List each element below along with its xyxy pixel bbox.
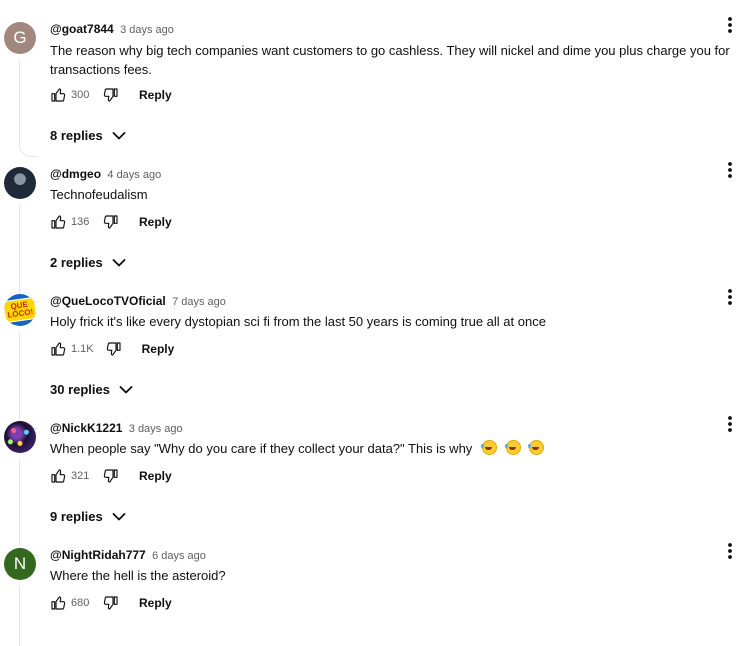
comment-text-body: When people say "Why do you care if they…	[50, 441, 473, 456]
avatar[interactable]	[4, 421, 36, 453]
dislike-button[interactable]	[103, 595, 119, 611]
replies-count: 30 replies	[50, 382, 110, 397]
comment-time[interactable]: 3 days ago	[120, 24, 174, 36]
comment-actions: 680 Reply	[50, 593, 172, 613]
thumbs-up-icon	[50, 87, 66, 103]
comment-time[interactable]: 4 days ago	[107, 169, 161, 181]
comment-actions: 136 Reply	[50, 212, 172, 232]
replies-count: 8 replies	[50, 128, 103, 143]
dislike-button[interactable]	[106, 341, 122, 357]
like-button[interactable]	[50, 87, 66, 103]
comment-actions: 300 Reply	[50, 85, 172, 105]
comment-text: Where the hell is the asteroid?	[50, 568, 226, 583]
reply-button[interactable]: Reply	[139, 215, 172, 229]
more-vertical-icon[interactable]	[726, 542, 734, 560]
replies-toggle[interactable]: 2 replies	[50, 255, 126, 270]
dislike-button[interactable]	[103, 214, 119, 230]
thumbs-down-icon	[106, 341, 122, 357]
thread-line	[19, 60, 38, 157]
comment-text: The reason why big tech companies want c…	[50, 43, 730, 77]
channel-logo: QUE LOCO!	[4, 296, 36, 324]
like-count: 680	[71, 597, 90, 609]
chevron-down-icon	[119, 385, 133, 395]
thumbs-down-icon	[103, 595, 119, 611]
comment-time[interactable]: 6 days ago	[152, 550, 206, 562]
rolling-on-floor-laughing-emoji	[480, 440, 497, 455]
comment-author[interactable]: @NickK1221	[50, 421, 122, 435]
thumbs-up-icon	[50, 214, 66, 230]
avatar[interactable]: N	[4, 548, 36, 580]
avatar[interactable]	[4, 167, 36, 199]
more-vertical-icon[interactable]	[726, 415, 734, 433]
like-button[interactable]	[50, 214, 66, 230]
thread-line	[19, 459, 38, 556]
reply-button[interactable]: Reply	[142, 342, 175, 356]
replies-toggle[interactable]: 9 replies	[50, 509, 126, 524]
reply-button[interactable]: Reply	[139, 88, 172, 102]
comment-header: @dmgeo 4 days ago	[50, 167, 161, 182]
like-count: 321	[71, 470, 90, 482]
avatar[interactable]: G	[4, 22, 36, 54]
replies-count: 9 replies	[50, 509, 103, 524]
avatar-letter: G	[13, 28, 27, 47]
comment-header: @NickK1221 3 days ago	[50, 421, 183, 436]
thumbs-up-icon	[50, 341, 66, 357]
more-vertical-icon[interactable]	[726, 288, 734, 306]
comment-time[interactable]: 3 days ago	[129, 423, 183, 435]
comment-text: Holy frick it's like every dystopian sci…	[50, 314, 546, 329]
thumbs-up-icon	[50, 595, 66, 611]
comment-header: @goat7844 3 days ago	[50, 22, 174, 37]
comment-author[interactable]: @dmgeo	[50, 167, 101, 181]
thumbs-down-icon	[103, 214, 119, 230]
more-vertical-icon[interactable]	[726, 161, 734, 179]
avatar-letter: N	[13, 554, 27, 573]
comment-author[interactable]: @NightRidah777	[50, 548, 146, 562]
reply-button[interactable]: Reply	[139, 469, 172, 483]
rolling-on-floor-laughing-emoji	[504, 440, 521, 455]
like-button[interactable]	[50, 595, 66, 611]
replies-count: 2 replies	[50, 255, 103, 270]
comment-actions: 321 Reply	[50, 466, 172, 486]
thumbs-up-icon	[50, 468, 66, 484]
comment-time[interactable]: 7 days ago	[172, 296, 226, 308]
like-count: 136	[71, 216, 90, 228]
comment-author[interactable]: @QueLocoTVOficial	[50, 294, 166, 308]
chevron-down-icon	[112, 258, 126, 268]
comment-text: When people say "Why do you care if they…	[50, 439, 730, 458]
chevron-down-icon	[112, 131, 126, 141]
replies-toggle[interactable]: 8 replies	[50, 128, 126, 143]
thread-line	[19, 205, 38, 302]
comment-header: @NightRidah777 6 days ago	[50, 548, 206, 563]
replies-toggle[interactable]: 30 replies	[50, 382, 133, 397]
thread-line	[19, 586, 38, 646]
like-button[interactable]	[50, 341, 66, 357]
like-button[interactable]	[50, 468, 66, 484]
comment-author[interactable]: @goat7844	[50, 22, 114, 36]
comment-text: Technofeudalism	[50, 187, 148, 202]
more-vertical-icon[interactable]	[726, 16, 734, 34]
chevron-down-icon	[112, 512, 126, 522]
avatar[interactable]: QUE LOCO!	[4, 294, 36, 326]
dislike-button[interactable]	[103, 468, 119, 484]
reply-button[interactable]: Reply	[139, 596, 172, 610]
comment-actions: 1.1K Reply	[50, 339, 174, 359]
thumbs-down-icon	[103, 468, 119, 484]
comment-header: @QueLocoTVOficial 7 days ago	[50, 294, 226, 309]
thumbs-down-icon	[103, 87, 119, 103]
like-count: 1.1K	[71, 343, 94, 355]
like-count: 300	[71, 89, 90, 101]
thread-line	[19, 332, 38, 429]
dislike-button[interactable]	[103, 87, 119, 103]
rolling-on-floor-laughing-emoji	[528, 440, 545, 455]
